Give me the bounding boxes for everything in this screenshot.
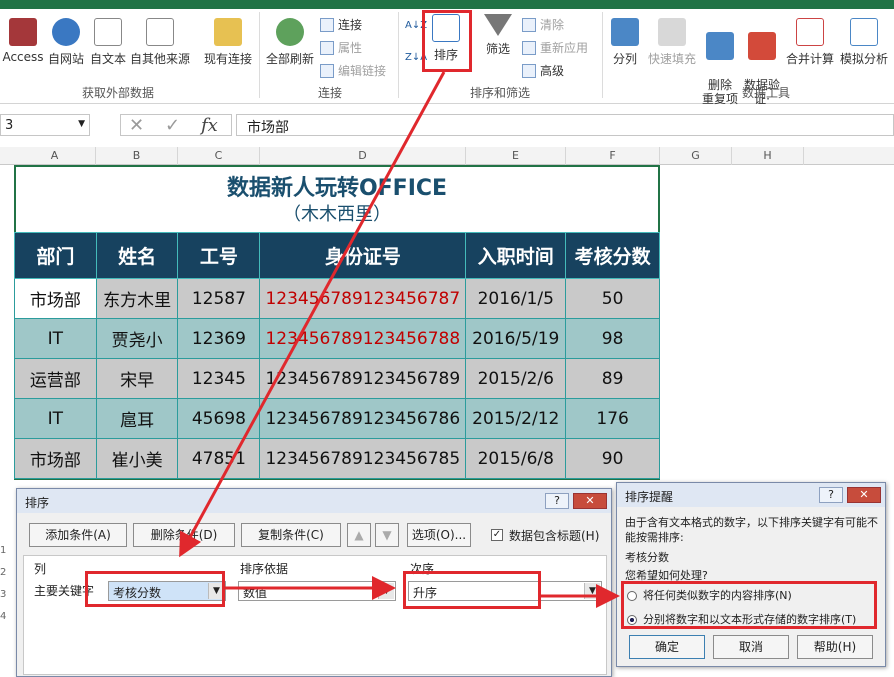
arrow-sort-to-dialog — [179, 71, 446, 558]
annotation-arrows — [179, 71, 620, 608]
